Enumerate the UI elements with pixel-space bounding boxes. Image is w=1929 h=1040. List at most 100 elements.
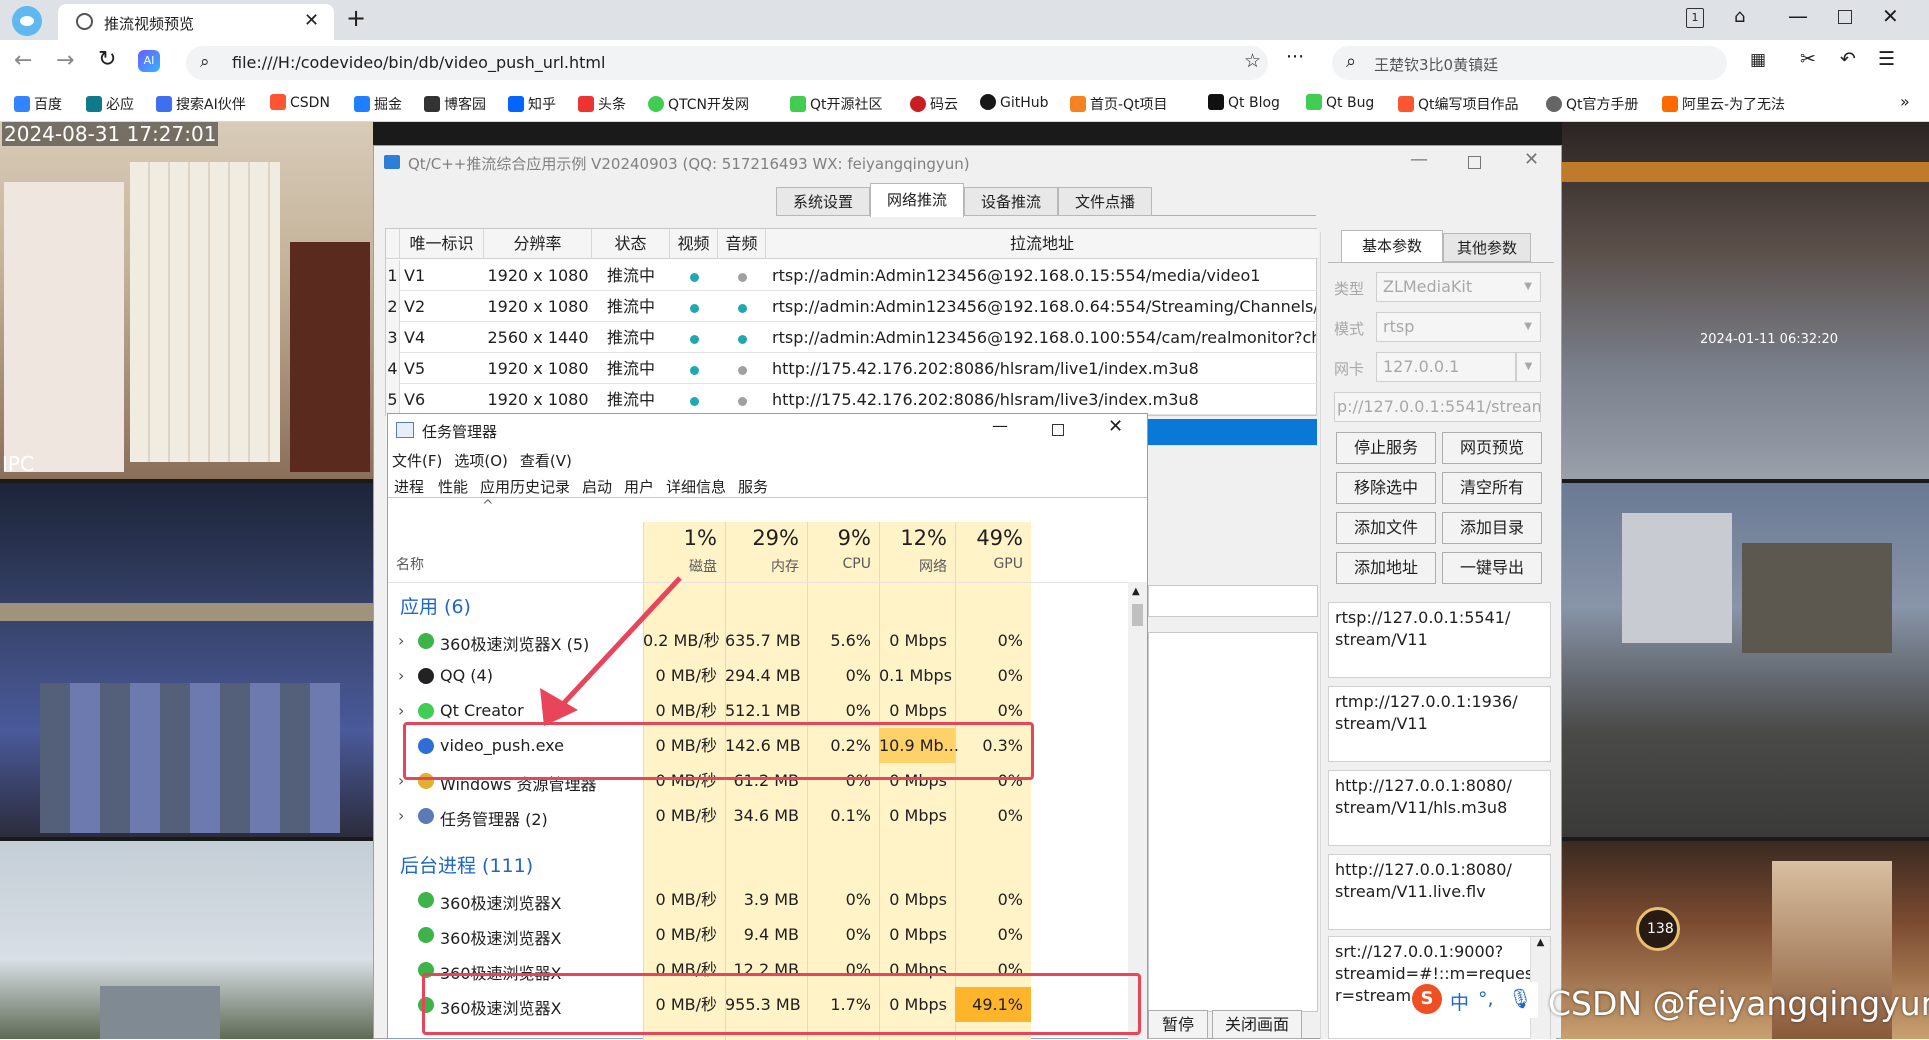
col-header-audio[interactable]: 音频 xyxy=(718,229,766,259)
nic-combo[interactable]: 127.0.0.1 xyxy=(1376,352,1516,382)
bookmark-qtcn[interactable]: QTCN开发网 xyxy=(648,94,749,114)
col-header-url[interactable]: 拉流地址 xyxy=(766,229,1318,259)
add-folder-button[interactable]: 添加目录 xyxy=(1442,512,1542,544)
bookmark-qt-blog[interactable]: Qt Blog xyxy=(1208,94,1280,111)
taskmgr-minimize-icon[interactable]: — xyxy=(992,416,1008,435)
menu-file[interactable]: 文件(F) xyxy=(392,452,442,470)
star-icon[interactable]: ☆ xyxy=(1244,50,1261,72)
close-view-button[interactable]: 关闭画面 xyxy=(1212,1010,1302,1039)
tm-tab-users[interactable]: 用户 xyxy=(624,476,654,497)
tm-tab-details[interactable]: 详细信息 xyxy=(666,476,726,497)
close-icon[interactable]: ✕ xyxy=(1882,4,1899,28)
process-row[interactable]: › 360极速浏览器X (5) 0.2 MB/秒 635.7 MB 5.6% 0 Mbps… xyxy=(388,623,1128,658)
process-row[interactable]: 360极速浏览器X 0 MB/秒 9.4 MB 0% 0 Mbps 0% xyxy=(388,917,1128,952)
cut-icon[interactable]: ✂ xyxy=(1800,48,1816,70)
more-icon[interactable]: ··· xyxy=(1286,46,1304,68)
app-minimize-icon[interactable]: — xyxy=(1410,149,1428,170)
video-cell-4[interactable]: 2024-01-11 06:32:20 xyxy=(1562,122,1929,479)
col-header-video[interactable]: 视频 xyxy=(670,229,718,259)
tm-scrollbar[interactable]: ▲ xyxy=(1128,582,1147,1040)
app-maximize-icon[interactable] xyxy=(1468,156,1481,169)
bookmark-qt-works[interactable]: Qt编写项目作品 xyxy=(1398,94,1519,114)
clear-all-button[interactable]: 清空所有 xyxy=(1442,472,1542,504)
browser-logo[interactable] xyxy=(12,6,42,36)
process-row[interactable]: › QQ (4) 0 MB/秒 294.4 MB 0% 0.1 Mbps 0% xyxy=(388,658,1128,693)
ime-toolbar[interactable]: S 中 °, 🎙 xyxy=(1410,982,1538,1018)
restore-icon[interactable] xyxy=(1838,10,1852,24)
bookmark-juejin[interactable]: 掘金 xyxy=(354,94,402,114)
export-all-button[interactable]: 一键导出 xyxy=(1442,552,1542,584)
col-header-resolution[interactable]: 分辨率 xyxy=(484,229,592,259)
bookmark-csdn[interactable]: CSDN xyxy=(270,94,330,111)
forward-icon[interactable]: → xyxy=(56,48,74,73)
web-preview-button[interactable]: 网页预览 xyxy=(1442,432,1542,464)
menu-view[interactable]: 查看(V) xyxy=(520,452,572,470)
col-label[interactable]: GPU xyxy=(955,556,1023,572)
col-label[interactable]: CPU xyxy=(807,556,871,572)
group-apps[interactable]: 应用 (6) xyxy=(400,592,471,619)
video-cell-1[interactable]: 2024-08-31 17:27:01 IPC xyxy=(0,122,373,479)
add-file-button[interactable]: 添加文件 xyxy=(1336,512,1436,544)
bookmark-ai[interactable]: 搜索AI伙伴 xyxy=(156,94,246,114)
table-row[interactable]: 1 V1 1920 x 1080 推流中 rtsp://admin:Admin12345… xyxy=(386,260,1318,291)
col-header-id[interactable]: 唯一标识 xyxy=(400,229,484,259)
expand-icon[interactable]: › xyxy=(398,666,404,685)
ai-icon[interactable]: AI xyxy=(138,50,160,72)
output-hls[interactable]: http://127.0.0.1:8080/ stream/V11/hls.m3… xyxy=(1328,770,1551,846)
taskmgr-close-icon[interactable]: ✕ xyxy=(1108,416,1123,437)
video-cell-2[interactable] xyxy=(0,483,373,837)
nic-combo-arrow[interactable]: ▼ xyxy=(1516,352,1541,382)
new-tab-icon[interactable]: + xyxy=(346,4,366,32)
output-flv[interactable]: http://127.0.0.1:8080/ stream/V11.live.f… xyxy=(1328,854,1551,930)
col-label[interactable]: 网络 xyxy=(879,556,947,576)
tab-system[interactable]: 系统设置 xyxy=(776,187,870,216)
add-address-button[interactable]: 添加地址 xyxy=(1336,552,1436,584)
ime-lang[interactable]: 中 xyxy=(1450,988,1469,1015)
video-cell-3[interactable] xyxy=(0,841,373,1039)
browser-tab[interactable]: 推流视频预览 ✕ xyxy=(58,4,334,40)
bookmark-qt-manual[interactable]: Qt官方手册 xyxy=(1546,94,1639,114)
bookmark-qt-bug[interactable]: Qt Bug xyxy=(1306,94,1374,111)
col-header-state[interactable]: 状态 xyxy=(592,229,670,259)
taskmgr-maximize-icon[interactable] xyxy=(1052,424,1064,436)
selected-row[interactable] xyxy=(1146,419,1317,445)
bookmark-bing[interactable]: 必应 xyxy=(86,94,134,114)
ime-punct[interactable]: °, xyxy=(1478,988,1494,1010)
bookmark-zhihu[interactable]: 知乎 xyxy=(508,94,556,114)
side-tab-basic[interactable]: 基本参数 xyxy=(1341,230,1443,262)
back-icon[interactable]: ← xyxy=(14,48,32,73)
side-tab-other[interactable]: 其他参数 xyxy=(1443,233,1531,262)
stop-service-button[interactable]: 停止服务 xyxy=(1336,432,1436,464)
bookmark-cnblogs[interactable]: 博客园 xyxy=(424,94,486,114)
microphone-icon[interactable]: 🎙 xyxy=(1508,987,1532,1010)
table-row[interactable]: 4 V5 1920 x 1080 推流中 http://175.42.176.202:8… xyxy=(386,353,1318,384)
reload-icon[interactable]: ↻ xyxy=(98,47,116,72)
bookmark-baidu[interactable]: 百度 xyxy=(14,94,62,114)
tab-file-vod[interactable]: 文件点播 xyxy=(1058,187,1152,216)
bookmark-toutiao[interactable]: 头条 xyxy=(578,94,626,114)
expand-icon[interactable]: › xyxy=(398,701,404,720)
table-row[interactable]: 2 V2 1920 x 1080 推流中 rtsp://admin:Admin12345… xyxy=(386,291,1318,322)
bookmark-github[interactable]: GitHub xyxy=(980,94,1049,111)
expand-icon[interactable]: › xyxy=(398,806,404,825)
tm-tab-services[interactable]: 服务 xyxy=(738,476,768,497)
menu-options[interactable]: 选项(O) xyxy=(454,452,508,470)
remove-selected-button[interactable]: 移除选中 xyxy=(1336,472,1436,504)
search-box[interactable]: ⌕ 王楚钦3比0黄镇廷 xyxy=(1332,46,1727,80)
tm-tab-performance[interactable]: 性能 xyxy=(438,476,468,497)
tab-list-icon[interactable]: 1 xyxy=(1686,8,1704,28)
minimize-icon[interactable]: — xyxy=(1788,4,1808,28)
bookmark-aliyun[interactable]: 阿里云-为了无法 xyxy=(1662,94,1785,114)
apps-icon[interactable]: ▦ xyxy=(1750,50,1766,70)
undo-icon[interactable]: ↶ xyxy=(1840,48,1856,70)
bookmark-qt-community[interactable]: Qt开源社区 xyxy=(790,94,883,114)
tab-close-icon[interactable]: ✕ xyxy=(304,10,319,31)
tm-tab-app-history[interactable]: 应用历史记录 xyxy=(480,476,570,497)
pause-button[interactable]: 暂停 xyxy=(1148,1010,1208,1039)
mode-combo[interactable]: rtsp ▼ xyxy=(1376,312,1541,342)
expand-icon[interactable]: › xyxy=(398,631,404,650)
menu-icon[interactable]: ☰ xyxy=(1878,48,1895,70)
bookmark-qt-project[interactable]: 首页-Qt项目 xyxy=(1070,94,1168,114)
output-rtmp[interactable]: rtmp://127.0.0.1:1936/ stream/V11 xyxy=(1328,686,1551,762)
bookmark-gitee[interactable]: 码云 xyxy=(910,94,958,114)
